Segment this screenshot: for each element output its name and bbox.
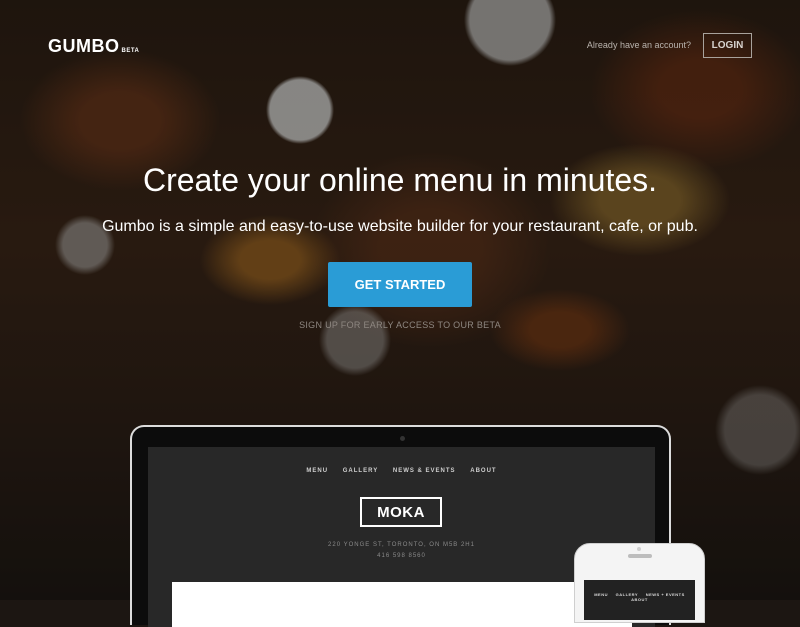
mobile-nav-item: NEWS + EVENTS (645, 592, 685, 597)
mockup-nav-item: GALLERY (342, 468, 379, 474)
login-button[interactable]: LOGIN (703, 33, 752, 58)
mockup-nav-item: MENU (306, 468, 329, 474)
mobile-nav-item: MENU (594, 592, 608, 597)
phone-speaker (628, 554, 652, 558)
phone-screen: MENU GALLERY NEWS + EVENTS ABOUT (584, 580, 695, 620)
mobile-nav: MENU GALLERY NEWS + EVENTS ABOUT (584, 592, 695, 602)
beta-badge: BETA (121, 48, 140, 54)
phone-camera-icon (637, 547, 641, 551)
mockup-nav-item: ABOUT (470, 468, 497, 474)
mockup-nav-item: NEWS & EVENTS (392, 468, 456, 474)
hero-headline: Create your online menu in minutes. (142, 162, 658, 198)
camera-icon (400, 436, 405, 441)
get-started-button[interactable]: GET STARTED (328, 262, 472, 307)
mockup-content-panel (172, 582, 632, 627)
hero-subheadline: Gumbo is a simple and easy-to-use websit… (102, 218, 698, 235)
logo-text: GUMBO (48, 36, 120, 56)
beta-note: SIGN UP FOR EARLY ACCESS TO OUR BETA (299, 320, 501, 330)
mockup-nav: MENU GALLERY NEWS & EVENTS ABOUT (148, 468, 655, 474)
logo[interactable]: GUMBO BETA (48, 36, 139, 57)
mockup-brand: MOKA (360, 497, 442, 527)
phone-mockup: MENU GALLERY NEWS + EVENTS ABOUT (574, 543, 705, 623)
account-prompt: Already have an account? (586, 40, 691, 50)
